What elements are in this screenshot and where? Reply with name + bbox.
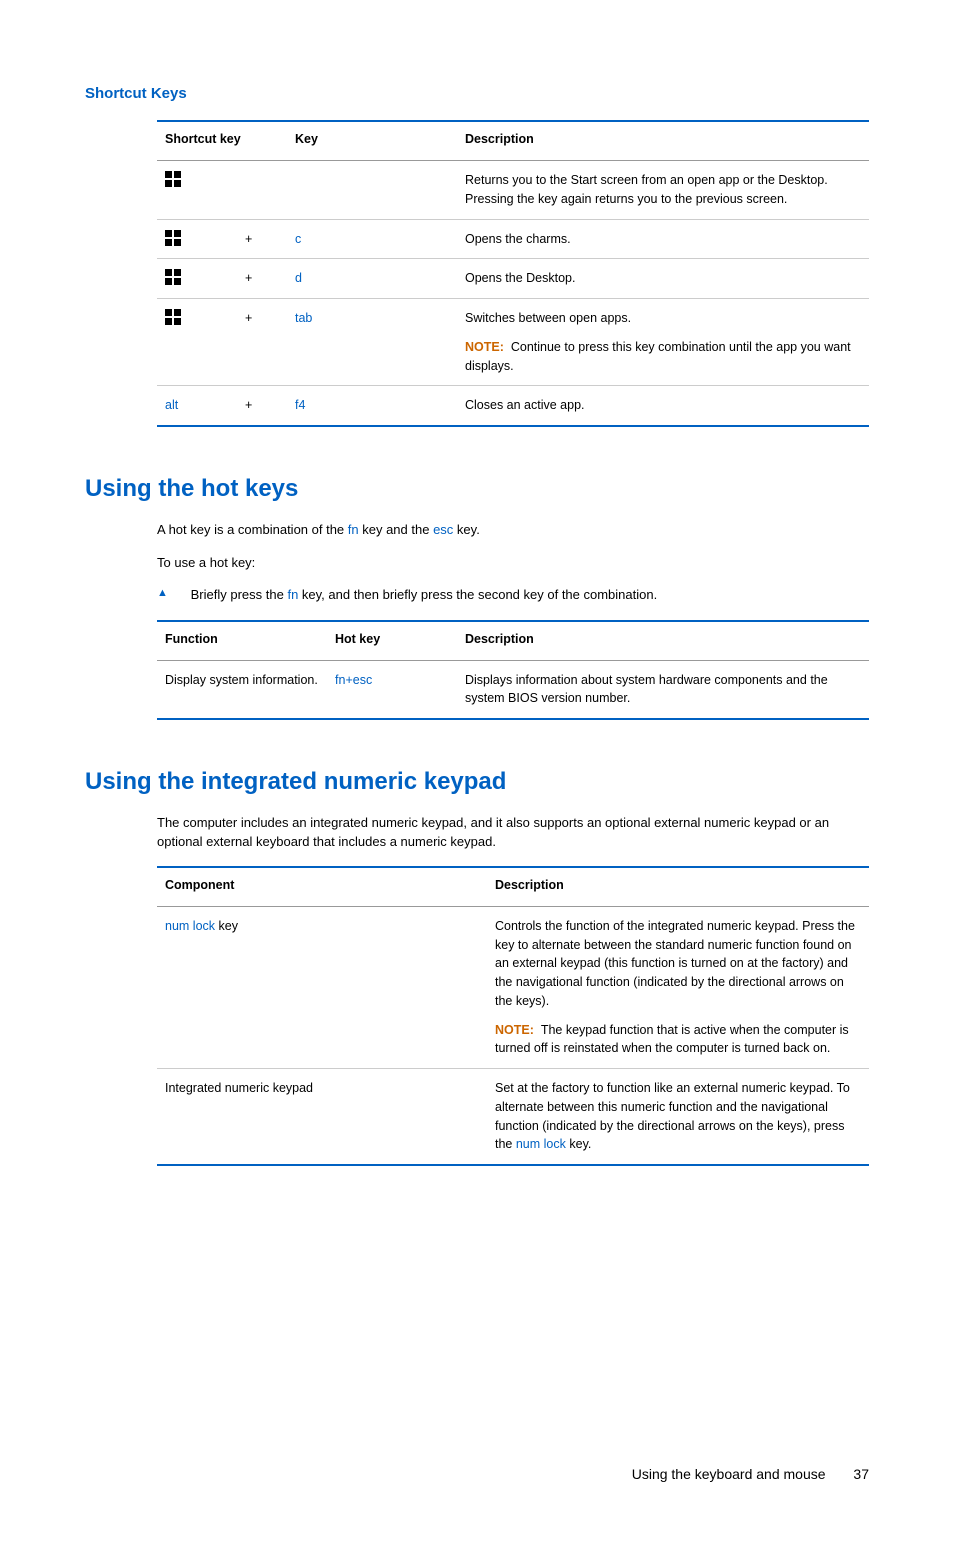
table-row: Integrated numeric keypad Set at the fac… xyxy=(157,1069,869,1166)
numeric-keypad-heading: Using the integrated numeric keypad xyxy=(85,768,869,796)
page-number: 37 xyxy=(853,1466,869,1482)
windows-key-icon xyxy=(165,171,229,187)
key-numlock: num lock xyxy=(165,919,215,933)
note-block: NOTE: The keypad function that is active… xyxy=(495,1021,861,1059)
th-shortcut-key: Shortcut key xyxy=(157,121,287,161)
table-row: + d Opens the Desktop. xyxy=(157,259,869,299)
th-function: Function xyxy=(157,621,327,661)
desc-cell: Switches between open apps. xyxy=(465,309,861,328)
plus-cell: + xyxy=(237,299,287,386)
note-text: The keypad function that is active when … xyxy=(495,1023,849,1056)
hotkey-cell: fn+esc xyxy=(327,660,457,719)
page-footer: Using the keyboard and mouse 37 xyxy=(85,1466,869,1482)
shortcut-keys-table: Shortcut key Key Description Returns you… xyxy=(157,120,869,427)
table-row: num lock key Controls the function of th… xyxy=(157,906,869,1068)
table-row: alt + f4 Closes an active app. xyxy=(157,386,869,426)
plus-cell: + xyxy=(237,219,287,259)
note-label: NOTE: xyxy=(495,1023,534,1037)
triangle-bullet-icon: ▲ xyxy=(157,587,187,599)
table-row: Display system information. fn+esc Displ… xyxy=(157,660,869,719)
desc-cell: Returns you to the Start screen from an … xyxy=(457,161,869,220)
key-fn: fn xyxy=(348,522,359,537)
th-description: Description xyxy=(457,121,869,161)
key-numlock: num lock xyxy=(516,1137,566,1151)
windows-key-icon xyxy=(165,230,229,246)
th-description: Description xyxy=(457,621,869,661)
key-tab: tab xyxy=(295,311,312,325)
key-f4: f4 xyxy=(295,398,305,412)
th-component: Component xyxy=(157,867,487,907)
key-alt: alt xyxy=(165,398,178,412)
note-text: Continue to press this key combination u… xyxy=(465,340,851,373)
note-block: NOTE: Continue to press this key combina… xyxy=(465,338,861,376)
note-label: NOTE: xyxy=(465,340,504,354)
windows-key-icon xyxy=(165,269,229,285)
shortcut-keys-heading: Shortcut Keys xyxy=(85,85,869,102)
instruction-step: ▲ Briefly press the fn key, and then bri… xyxy=(157,587,869,602)
footer-text: Using the keyboard and mouse xyxy=(632,1466,826,1482)
key-esc: esc xyxy=(433,522,453,537)
key-d: d xyxy=(295,271,302,285)
desc-cell: Opens the Desktop. xyxy=(457,259,869,299)
hotkeys-intro-1: A hot key is a combination of the fn key… xyxy=(157,521,869,540)
plus-cell: + xyxy=(237,386,287,426)
numeric-keypad-table: Component Description num lock key Contr… xyxy=(157,866,869,1166)
desc-cell: Controls the function of the integrated … xyxy=(495,917,861,1011)
desc-cell: Closes an active app. xyxy=(457,386,869,426)
hot-keys-heading: Using the hot keys xyxy=(85,475,869,503)
desc-cell: Opens the charms. xyxy=(457,219,869,259)
key-fn: fn xyxy=(287,587,298,602)
table-row: + tab Switches between open apps. NOTE: … xyxy=(157,299,869,386)
th-hotkey: Hot key xyxy=(327,621,457,661)
th-key: Key xyxy=(287,121,457,161)
desc-cell: Displays information about system hardwa… xyxy=(457,660,869,719)
component-cell: num lock key xyxy=(157,906,487,1068)
hotkeys-intro-2: To use a hot key: xyxy=(157,554,869,573)
plus-cell: + xyxy=(237,259,287,299)
key-c: c xyxy=(295,232,301,246)
hot-keys-table: Function Hot key Description Display sys… xyxy=(157,620,869,721)
numeric-keypad-intro: The computer includes an integrated nume… xyxy=(157,814,869,852)
th-description: Description xyxy=(487,867,869,907)
table-row: Returns you to the Start screen from an … xyxy=(157,161,869,220)
desc-cell: Set at the factory to function like an e… xyxy=(487,1069,869,1166)
func-cell: Display system information. xyxy=(157,660,327,719)
table-row: + c Opens the charms. xyxy=(157,219,869,259)
component-cell: Integrated numeric keypad xyxy=(157,1069,487,1166)
windows-key-icon xyxy=(165,309,229,325)
